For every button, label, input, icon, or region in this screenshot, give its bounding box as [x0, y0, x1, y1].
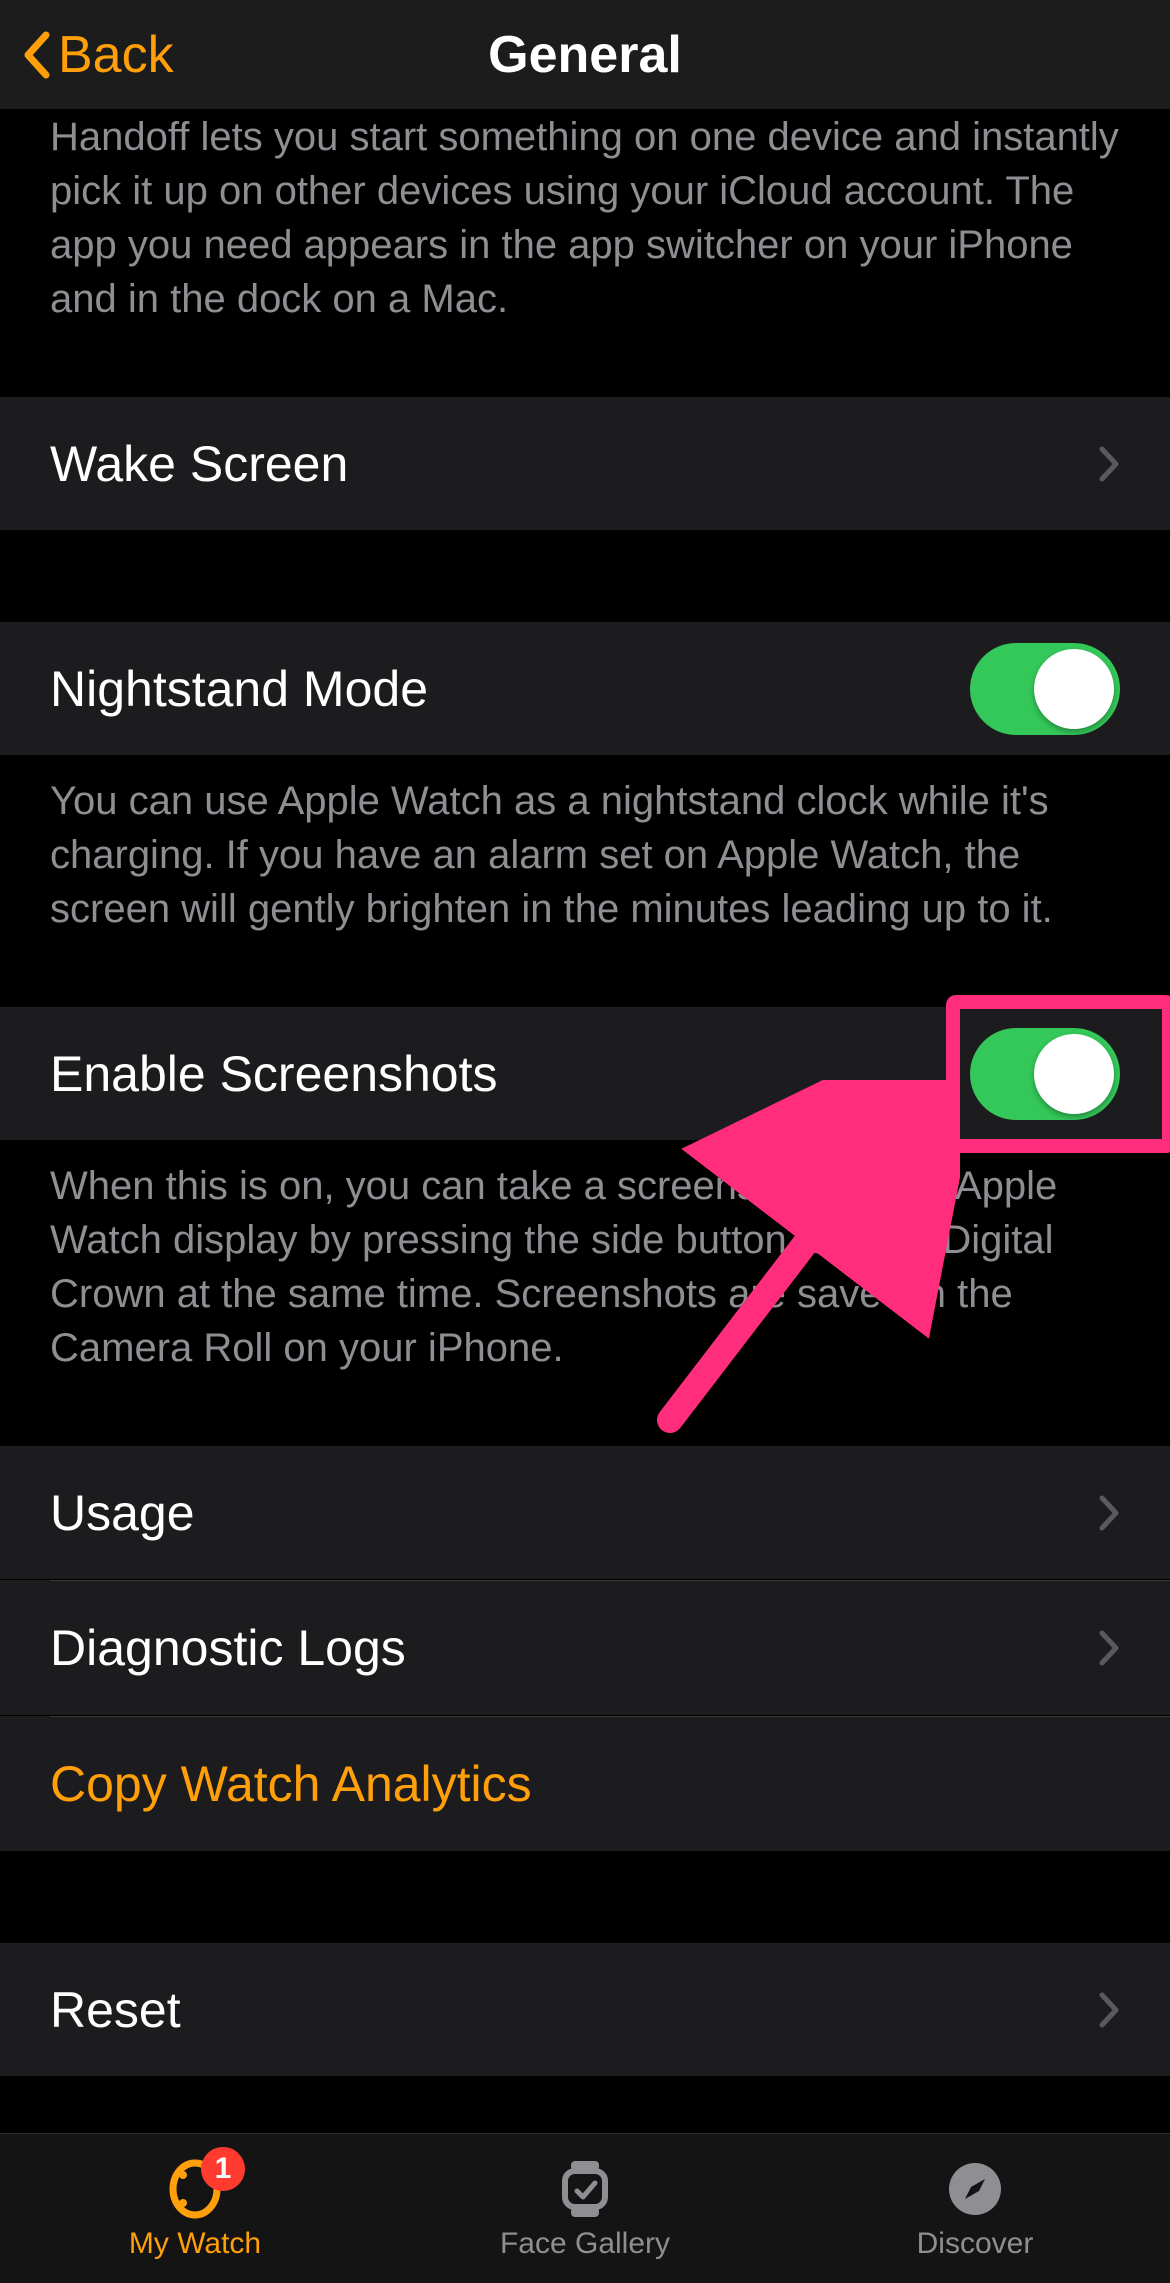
content-scroll[interactable]: Handoff lets you start something on one …: [0, 110, 1170, 2133]
tab-discover-label: Discover: [917, 2227, 1034, 2261]
screenshots-footer-text: When this is on, you can take a screensh…: [0, 1141, 1170, 1405]
tab-face-gallery[interactable]: Face Gallery: [390, 2134, 780, 2283]
tab-my-watch-label: My Watch: [129, 2227, 261, 2261]
chevron-right-icon: [1098, 1494, 1120, 1532]
watch-icon: 1: [163, 2157, 227, 2221]
wake-screen-row[interactable]: Wake Screen: [0, 396, 1170, 531]
usage-label: Usage: [50, 1484, 195, 1542]
tab-my-watch[interactable]: 1 My Watch: [0, 2134, 390, 2283]
back-label: Back: [58, 25, 174, 85]
usage-row[interactable]: Usage: [0, 1445, 1170, 1580]
enable-screenshots-toggle[interactable]: [970, 1028, 1120, 1120]
chevron-left-icon: [22, 31, 50, 79]
nightstand-toggle[interactable]: [970, 643, 1120, 735]
reset-row[interactable]: Reset: [0, 1942, 1170, 2077]
wake-screen-label: Wake Screen: [50, 435, 348, 493]
chevron-right-icon: [1098, 1991, 1120, 2029]
page-title: General: [0, 25, 1170, 85]
nav-header: Back General: [0, 0, 1170, 110]
back-button[interactable]: Back: [0, 25, 174, 85]
copy-analytics-label: Copy Watch Analytics: [50, 1755, 532, 1813]
toggle-knob: [1034, 1034, 1114, 1114]
copy-analytics-row[interactable]: Copy Watch Analytics: [0, 1717, 1170, 1852]
tab-face-gallery-label: Face Gallery: [500, 2227, 670, 2261]
handoff-footer-text: Handoff lets you start something on one …: [0, 110, 1170, 356]
chevron-right-icon: [1098, 445, 1120, 483]
tab-bar: 1 My Watch Face Gallery Discover: [0, 2133, 1170, 2283]
watch-face-icon: [553, 2157, 617, 2221]
diagnostic-logs-row[interactable]: Diagnostic Logs: [0, 1581, 1170, 1716]
nightstand-row: Nightstand Mode: [0, 621, 1170, 756]
reset-label: Reset: [50, 1981, 181, 2039]
nightstand-label: Nightstand Mode: [50, 660, 428, 718]
compass-icon: [943, 2157, 1007, 2221]
nightstand-footer-text: You can use Apple Watch as a nightstand …: [0, 756, 1170, 966]
tab-discover[interactable]: Discover: [780, 2134, 1170, 2283]
diagnostic-logs-label: Diagnostic Logs: [50, 1619, 406, 1677]
tab-badge: 1: [201, 2147, 245, 2191]
toggle-knob: [1034, 649, 1114, 729]
enable-screenshots-row: Enable Screenshots: [0, 1006, 1170, 1141]
chevron-right-icon: [1098, 1629, 1120, 1667]
enable-screenshots-label: Enable Screenshots: [50, 1045, 498, 1103]
